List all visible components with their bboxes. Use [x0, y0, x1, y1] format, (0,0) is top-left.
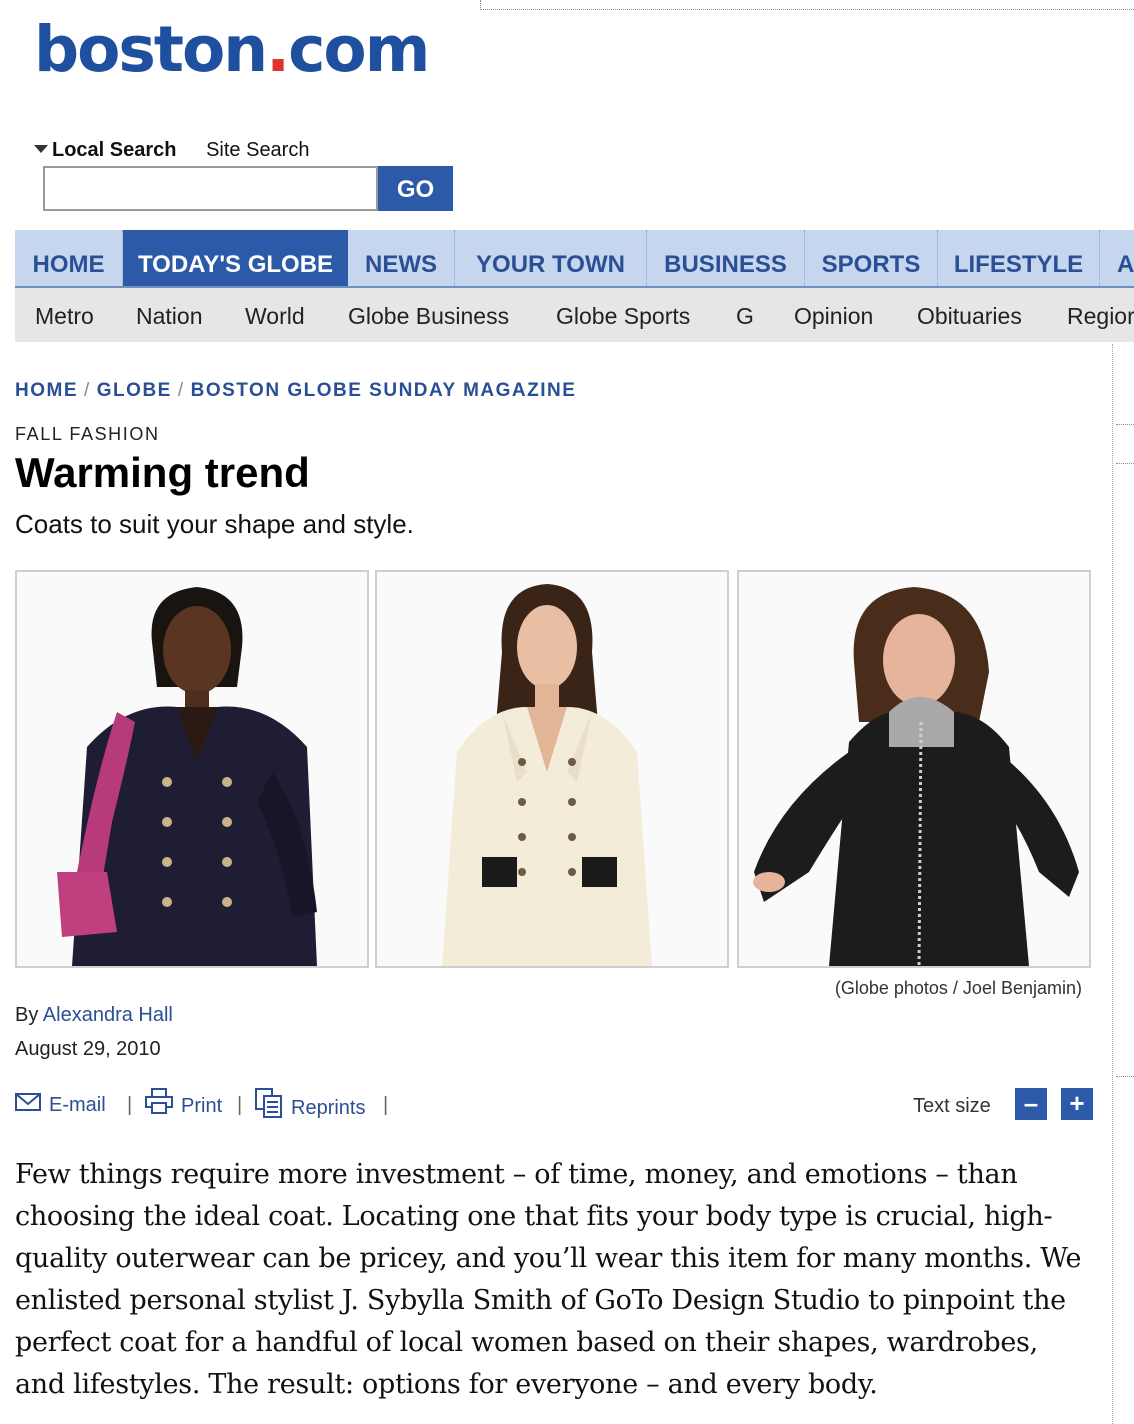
- breadcrumb-sunday-magazine[interactable]: BOSTON GLOBE SUNDAY MAGAZINE: [191, 380, 577, 401]
- article-subhead: Coats to suit your shape and style.: [15, 509, 414, 539]
- breadcrumb-separator: /: [177, 380, 185, 401]
- documents-icon: [255, 1088, 283, 1129]
- text-size-increase-button[interactable]: +: [1061, 1088, 1093, 1120]
- byline-prefix: By: [15, 1004, 39, 1026]
- subnav-obituaries[interactable]: Obituaries: [917, 288, 1022, 342]
- rail-divider: [1116, 1076, 1134, 1077]
- printer-icon: [145, 1088, 173, 1125]
- subnav-globe-sports[interactable]: Globe Sports: [556, 288, 690, 342]
- envelope-icon: [15, 1089, 41, 1123]
- nav-home[interactable]: HOME: [15, 230, 123, 286]
- logo-text-main: boston: [34, 13, 268, 86]
- article-kicker: FALL FASHION: [15, 424, 160, 444]
- subnav-metro[interactable]: Metro: [35, 288, 94, 342]
- rail-divider: [1116, 463, 1134, 464]
- article-body: Few things require more investment – of …: [15, 1159, 1082, 1400]
- reprints-link[interactable]: Reprints: [255, 1088, 365, 1129]
- chevron-down-icon: [34, 144, 48, 153]
- tool-separator: |: [127, 1094, 133, 1116]
- breadcrumb: HOME / GLOBE / BOSTON GLOBE SUNDAY MAGAZINE: [15, 380, 576, 402]
- article-photo[interactable]: [737, 570, 1091, 968]
- article-headline: Warming trend: [15, 449, 310, 496]
- search-input[interactable]: [43, 166, 378, 211]
- nav-lifestyle[interactable]: LIFESTYLE: [938, 230, 1100, 286]
- nav-business[interactable]: BUSINESS: [647, 230, 805, 286]
- breadcrumb-home[interactable]: HOME: [15, 380, 78, 401]
- author-link[interactable]: Alexandra Hall: [43, 1004, 173, 1026]
- photo-credit: (Globe photos / Joel Benjamin): [834, 978, 1082, 998]
- subnav-regions[interactable]: Regior: [1067, 288, 1134, 342]
- nav-a[interactable]: A: [1100, 230, 1134, 286]
- text-size-decrease-button[interactable]: –: [1015, 1088, 1047, 1120]
- subnav-world[interactable]: World: [245, 288, 305, 342]
- search-go-button[interactable]: GO: [378, 166, 453, 211]
- byline: By Alexandra Hall: [15, 1004, 173, 1027]
- text-size-label: Text size: [913, 1095, 991, 1117]
- tool-separator: |: [237, 1094, 243, 1116]
- header-dotted-frame: [480, 0, 1134, 10]
- article-photo[interactable]: [375, 570, 729, 968]
- rail-divider: [1116, 424, 1134, 425]
- publish-date: August 29, 2010: [15, 1038, 161, 1060]
- email-link[interactable]: E-mail: [15, 1088, 106, 1123]
- subnav-nation[interactable]: Nation: [136, 288, 202, 342]
- nav-news[interactable]: NEWS: [348, 230, 455, 286]
- right-rail-divider: [1112, 344, 1113, 1424]
- subnav-opinion[interactable]: Opinion: [794, 288, 873, 342]
- subnav-globe-business[interactable]: Globe Business: [348, 288, 509, 342]
- site-logo[interactable]: boston.com: [34, 10, 430, 90]
- tool-separator: |: [383, 1094, 389, 1116]
- breadcrumb-globe[interactable]: GLOBE: [97, 380, 172, 401]
- logo-text-tld: com: [288, 13, 430, 86]
- search-tabs: Local Search Site Search: [34, 138, 333, 162]
- nav-sports[interactable]: SPORTS: [805, 230, 938, 286]
- nav-todays-globe[interactable]: TODAY'S GLOBE: [123, 230, 348, 286]
- tab-local-search[interactable]: Local Search: [34, 138, 177, 162]
- sub-nav: Metro Nation World Globe Business Globe …: [15, 288, 1134, 342]
- main-nav: HOME TODAY'S GLOBE NEWS YOUR TOWN BUSINE…: [15, 230, 1134, 288]
- logo-dot: .: [266, 13, 290, 86]
- subnav-g[interactable]: G: [736, 288, 754, 342]
- print-link[interactable]: Print: [145, 1088, 222, 1125]
- article-photo[interactable]: [15, 570, 369, 968]
- nav-your-town[interactable]: YOUR TOWN: [455, 230, 647, 286]
- breadcrumb-separator: /: [84, 380, 91, 401]
- tab-site-search[interactable]: Site Search: [206, 138, 309, 162]
